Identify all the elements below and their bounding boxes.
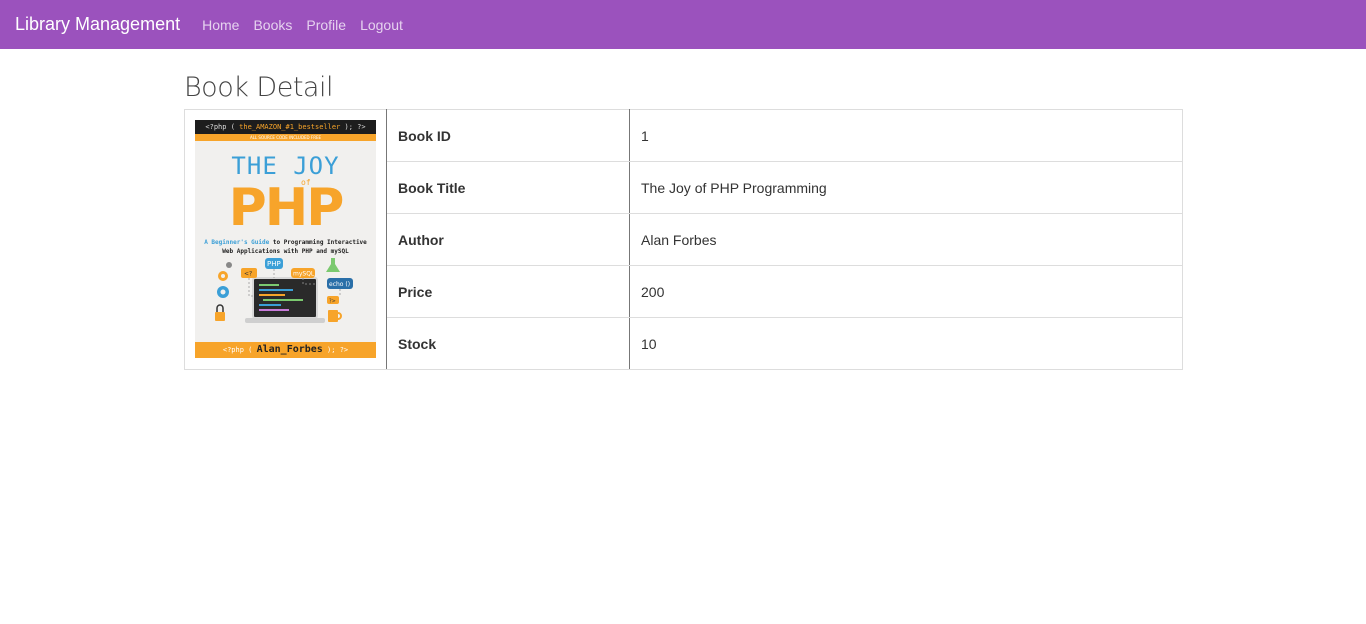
cover-illustration: PHP mySQL echo () <? ?>: [215, 258, 353, 323]
nav-books-link[interactable]: Books: [253, 17, 292, 33]
cover-top-highlight: the_AMAZON_#1_bestseller: [239, 123, 341, 131]
lock-icon: [215, 312, 225, 321]
cover-title-joy: THE JOY: [231, 152, 340, 180]
nav-home-link[interactable]: Home: [202, 17, 239, 33]
cover-subtitle-highlight: A Beginner's Guide: [204, 239, 270, 246]
cover-top-prefix: <?php (: [205, 123, 235, 131]
book-id-value: 1: [629, 109, 1183, 162]
cover-bottom-prefix: <?php (: [222, 346, 253, 354]
laptop-base-icon: [245, 318, 325, 323]
author-label: Author: [386, 213, 630, 266]
stock-value: 10: [629, 317, 1183, 370]
price-value: 200: [629, 265, 1183, 318]
nav-logout-link[interactable]: Logout: [360, 17, 403, 33]
cover-top-suffix: ); ?>: [344, 123, 366, 131]
cover-top-band: <?php ( the_AMAZON_#1_bestseller ); ?>: [195, 120, 376, 134]
cover-bottom-author: Alan_Forbes: [256, 344, 323, 355]
navbar: Library Management Home Books Profile Lo…: [0, 0, 1366, 49]
book-title-value: The Joy of PHP Programming: [629, 161, 1183, 214]
svg-text:mySQL: mySQL: [293, 271, 315, 278]
book-id-label: Book ID: [386, 109, 630, 162]
book-title-label: Book Title: [386, 161, 630, 214]
flask-icon: [326, 258, 340, 272]
svg-text:<?: <?: [244, 271, 252, 278]
page-title: Book Detail: [184, 72, 333, 103]
table-row: <?php ( the_AMAZON_#1_bestseller ); ?> A…: [184, 109, 1183, 370]
nav-profile-link[interactable]: Profile: [306, 17, 346, 33]
cover-strip: ALL SOURCE CODE INCLUDED FREE: [195, 134, 376, 141]
small-gear-icon: [226, 262, 232, 268]
mug-icon: [328, 310, 338, 322]
cover-bottom-band: <?php ( Alan_Forbes ); ?>: [195, 342, 376, 358]
cover-title-php: PHP: [228, 178, 345, 238]
author-value: Alan Forbes: [629, 213, 1183, 266]
nav-links: Home Books Profile Logout: [202, 17, 403, 33]
main-container: Book Detail <?php ( the_AMAZON_#1_bestse…: [184, 49, 1183, 370]
price-label: Price: [386, 265, 630, 318]
cover-subtitle: A Beginner's Guide to Programming Intera…: [201, 238, 370, 256]
brand-link[interactable]: Library Management: [15, 14, 180, 35]
stock-label: Stock: [386, 317, 630, 370]
svg-text:PHP: PHP: [267, 260, 281, 268]
book-detail-table: <?php ( the_AMAZON_#1_bestseller ); ?> A…: [184, 109, 1183, 370]
cover-bottom-suffix: ); ?>: [327, 346, 349, 354]
svg-text:echo (): echo (): [329, 281, 350, 288]
book-cover-image: <?php ( the_AMAZON_#1_bestseller ); ?> A…: [195, 120, 376, 358]
cover-cell: <?php ( the_AMAZON_#1_bestseller ); ?> A…: [184, 109, 387, 370]
svg-text:?>: ?>: [329, 299, 336, 305]
